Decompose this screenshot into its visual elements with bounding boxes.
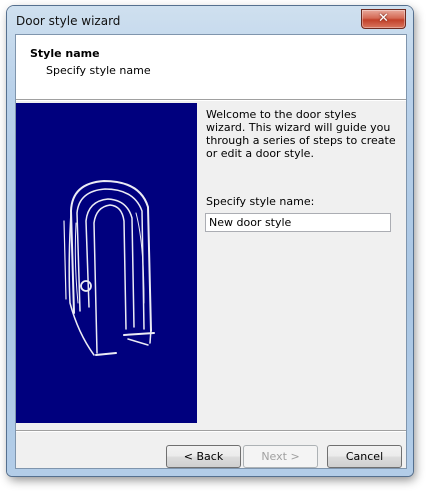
- wizard-client-area: Style name Specify style name Welcome to…: [15, 34, 407, 469]
- next-button[interactable]: Next >: [243, 445, 318, 468]
- window-title: Door style wizard: [16, 14, 121, 28]
- style-name-input[interactable]: [205, 213, 391, 232]
- wizard-window: Door style wizard ✕ Style name Specify s…: [7, 6, 413, 476]
- style-name-label: Specify style name:: [206, 195, 315, 208]
- close-button[interactable]: ✕: [361, 9, 406, 29]
- wizard-header: Style name Specify style name: [16, 35, 406, 99]
- page-title: Style name: [30, 47, 100, 60]
- back-button[interactable]: < Back: [166, 445, 241, 468]
- header-divider: [16, 99, 406, 101]
- page-subtitle: Specify style name: [46, 64, 151, 77]
- cancel-button[interactable]: Cancel: [327, 445, 402, 468]
- title-bar[interactable]: Door style wizard ✕: [7, 6, 413, 33]
- door-sketch-icon: [63, 180, 155, 356]
- wizard-image-panel: [16, 103, 197, 423]
- close-icon: ✕: [378, 11, 389, 26]
- welcome-text: Welcome to the door styles wizard. This …: [206, 108, 396, 160]
- footer-divider: [16, 430, 406, 432]
